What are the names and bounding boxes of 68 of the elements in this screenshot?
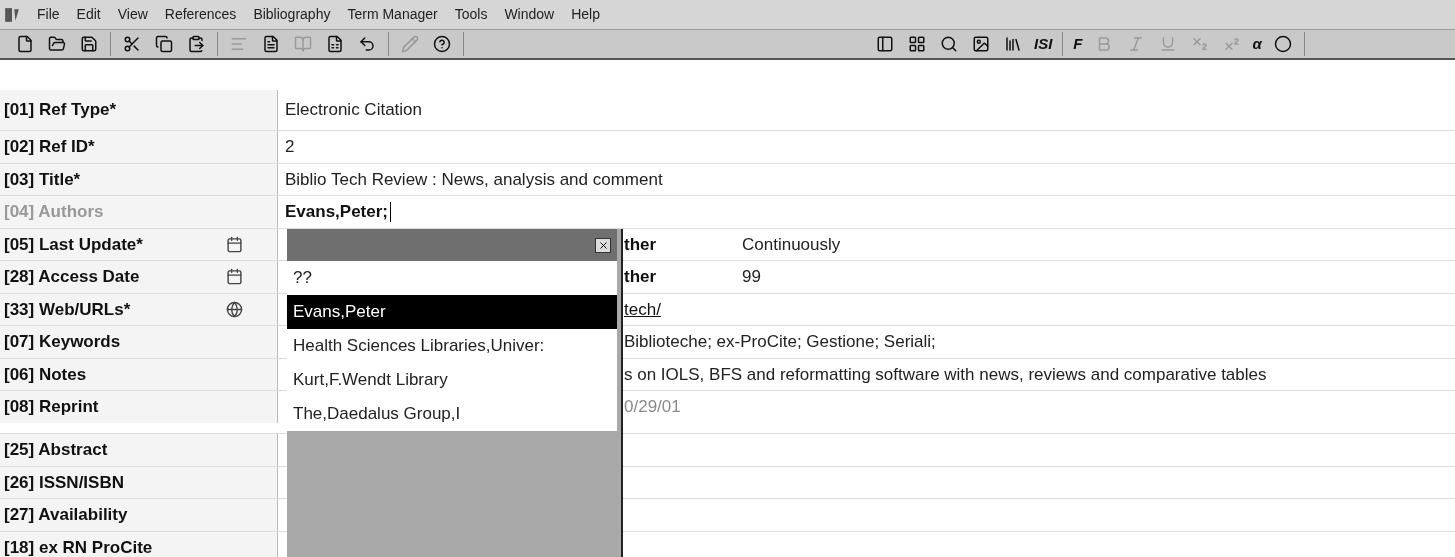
open-folder-icon (48, 35, 66, 53)
field-label: [01] Ref Type* (4, 99, 118, 122)
calendar-icon[interactable] (226, 268, 243, 286)
field-value: Evans,Peter; (285, 201, 388, 223)
circle-icon (1273, 35, 1292, 53)
picker-item[interactable]: Evans,Peter (287, 295, 617, 329)
save-icon (80, 35, 98, 53)
field-value: Biblio Tech Review : News, analysis and comment (285, 168, 663, 191)
field-label: [02] Ref ID* (4, 136, 96, 158)
library-icon (1004, 35, 1022, 53)
menu-item[interactable]: Help (571, 4, 600, 25)
field-label: [07] Keywords (4, 331, 122, 353)
new-file-icon (16, 35, 34, 53)
field-value: 0/29/01 (624, 396, 681, 419)
undo-icon (358, 35, 376, 53)
underline-icon (1158, 35, 1177, 53)
copy-icon (155, 35, 173, 53)
document-icon (262, 35, 280, 53)
menu-item[interactable]: View (117, 4, 148, 25)
app-icon (4, 6, 20, 23)
align-left-icon (230, 35, 248, 53)
field-value: Electronic Citation (285, 99, 422, 122)
scissors-icon (123, 35, 141, 53)
subscript-icon (1190, 35, 1209, 53)
superscript-icon (1222, 35, 1241, 53)
menu-item[interactable]: Tools (454, 4, 488, 25)
paste-icon (187, 35, 205, 53)
field-value: ther (624, 266, 658, 288)
grid-icon (908, 35, 926, 53)
toolbar-button[interactable]: ISI (1030, 33, 1057, 55)
field-label: [33] Web/URLs* (4, 298, 132, 321)
menu-item[interactable]: Window (504, 4, 555, 25)
close-button[interactable] (595, 237, 611, 253)
toolbar-button[interactable]: α (1248, 33, 1266, 55)
field-label: [27] Availability (4, 504, 129, 526)
field-value: Continuously (742, 233, 841, 256)
menu-item[interactable]: Edit (76, 4, 101, 25)
field-label: [05] Last Update* (4, 233, 144, 256)
field-label: [04] Authors (4, 201, 105, 223)
calendar-icon[interactable] (226, 235, 243, 253)
pencil-icon (401, 35, 419, 53)
search-icon (940, 35, 958, 53)
field-value: 2 (285, 136, 295, 158)
menu-item[interactable]: File (37, 4, 60, 25)
field-label: [06] Notes (4, 363, 88, 386)
menu-item[interactable]: Term Manager (347, 4, 438, 25)
panel-icon (876, 35, 894, 53)
field-value: ther (624, 233, 658, 256)
field-label: [28] Access Date (4, 266, 141, 288)
menu-item[interactable]: References (164, 4, 237, 25)
book-icon (294, 35, 312, 53)
field-label: [18] ex RN ProCite (4, 536, 154, 557)
spreadsheet-icon (326, 35, 344, 53)
close-icon (597, 239, 609, 251)
menu-item[interactable]: Bibliography (253, 4, 331, 25)
field-value: tech/ (624, 298, 661, 321)
field-label: [26] ISSN/ISBN (4, 471, 125, 494)
help-icon (433, 35, 451, 53)
field-value: Biblioteche; ex-ProCite; Gestione; Seriali; (624, 331, 936, 353)
text-cursor (390, 201, 391, 222)
globe-icon[interactable] (226, 300, 243, 318)
field-label: [03] Title* (4, 168, 82, 191)
field-label: [08] Reprint (4, 396, 100, 419)
field-value: s on IOLS, BFS and reformatting software with news, reviews and comparative tables (624, 363, 1267, 386)
toolbar-button[interactable]: F (1069, 33, 1087, 55)
image-icon (972, 35, 990, 53)
field-label: [25] Abstract (4, 439, 109, 461)
field-value: 99 (742, 266, 761, 288)
